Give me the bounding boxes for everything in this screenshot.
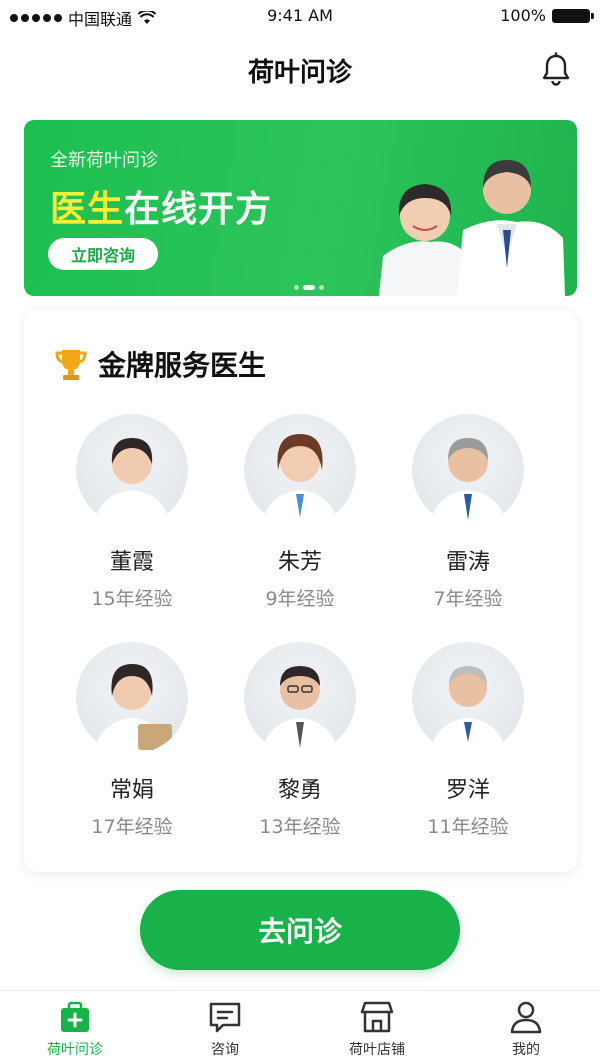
doctor-experience: 17年经验 xyxy=(91,816,173,838)
go-consult-button[interactable]: 去问诊 xyxy=(140,890,460,970)
tab-consult[interactable]: 咨询 xyxy=(175,999,275,1059)
banner-title-rest: 在线开方 xyxy=(124,189,273,230)
doctor-name: 常娟 xyxy=(109,778,154,803)
tab-me[interactable]: 我的 xyxy=(476,999,576,1059)
doctor-name: 董霞 xyxy=(109,550,154,575)
tab-label: 咨询 xyxy=(211,1042,239,1058)
doctor-avatar xyxy=(76,414,188,526)
message-icon xyxy=(209,1002,241,1033)
doctor-avatar xyxy=(244,642,356,754)
doctor-name: 雷涛 xyxy=(445,550,490,575)
doctor-card[interactable]: 董霞 15年经验 xyxy=(62,414,202,611)
tab-bar: 荷叶问诊 咨询 荷叶店铺 我的 xyxy=(0,990,600,1060)
doctor-experience: 9年经验 xyxy=(265,588,335,610)
battery-percent: 100% xyxy=(500,6,546,25)
tab-label: 荷叶问诊 xyxy=(47,1042,103,1058)
doctor-name: 黎勇 xyxy=(277,778,322,803)
doctors-illustration xyxy=(379,160,565,296)
doctor-experience: 15年经验 xyxy=(91,588,173,610)
tab-label: 我的 xyxy=(512,1042,540,1058)
section-header: 金牌服务医生 xyxy=(54,344,266,384)
doctor-avatar xyxy=(412,414,524,526)
page-title: 荷叶问诊 xyxy=(247,58,352,88)
store-icon xyxy=(360,1001,394,1033)
banner-indicators xyxy=(294,285,324,290)
doctor-name: 罗洋 xyxy=(445,778,490,803)
doctor-avatar xyxy=(412,642,524,754)
doctor-avatar xyxy=(244,414,356,526)
tab-label: 荷叶店铺 xyxy=(349,1042,405,1058)
doctor-experience: 7年经验 xyxy=(433,588,503,610)
doctor-name: 朱芳 xyxy=(277,550,322,575)
trophy-icon xyxy=(55,350,87,380)
bell-icon[interactable] xyxy=(540,52,572,88)
nav-bar: 荷叶问诊 xyxy=(0,40,600,100)
doctors-card: 金牌服务医生 董霞 15年经验 朱芳 9年经验 雷涛 7年经验 常娟 17年经验 xyxy=(24,310,577,872)
doctor-avatar xyxy=(76,642,188,754)
banner-title-highlight: 医生 xyxy=(50,189,125,230)
doctor-card[interactable]: 雷涛 7年经验 xyxy=(398,414,538,611)
doctor-card[interactable]: 朱芳 9年经验 xyxy=(230,414,370,611)
banner-title: 医生在线开方 xyxy=(50,180,272,232)
medical-kit-icon xyxy=(61,1001,89,1032)
doctor-experience: 11年经验 xyxy=(427,816,509,838)
doctor-card[interactable]: 常娟 17年经验 xyxy=(62,642,202,839)
tab-consultation[interactable]: 荷叶问诊 xyxy=(25,999,125,1059)
battery-icon xyxy=(552,8,594,23)
doctor-card[interactable]: 罗洋 11年经验 xyxy=(398,642,538,839)
consult-now-button[interactable]: 立即咨询 xyxy=(48,238,158,270)
promo-banner[interactable]: 全新荷叶问诊 医生在线开方 立即咨询 xyxy=(24,120,577,296)
status-bar: 中国联通 9:41 AM 100% xyxy=(0,0,600,34)
section-title: 金牌服务医生 xyxy=(98,349,267,382)
doctor-experience: 13年经验 xyxy=(259,816,341,838)
banner-subtitle: 全新荷叶问诊 xyxy=(50,150,158,171)
tab-store[interactable]: 荷叶店铺 xyxy=(327,999,427,1059)
user-icon xyxy=(510,1001,542,1034)
doctor-card[interactable]: 黎勇 13年经验 xyxy=(230,642,370,839)
status-right: 100% xyxy=(500,6,594,25)
